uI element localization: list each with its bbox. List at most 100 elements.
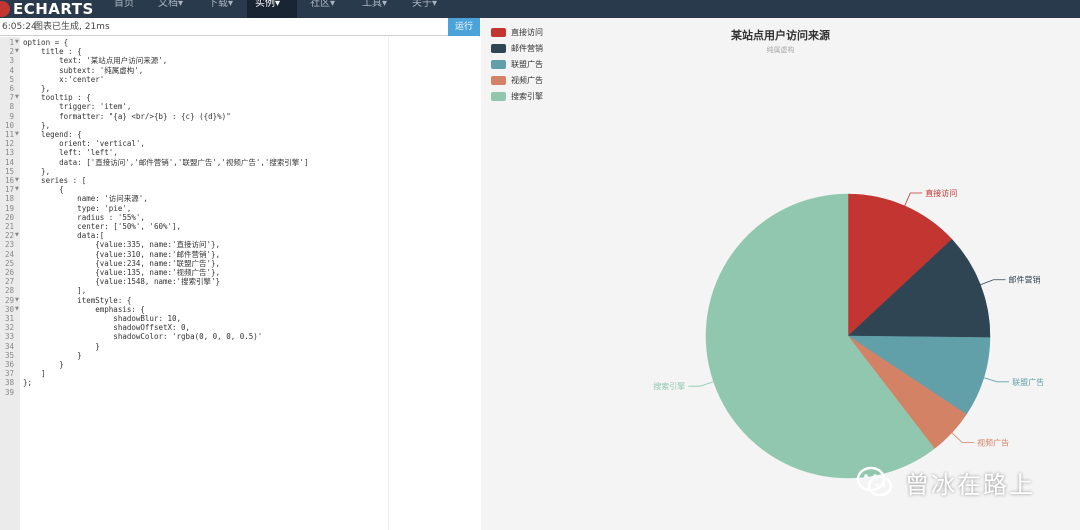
nav-community[interactable]: 社区▾ [302, 0, 343, 18]
line-number: 15 [4, 166, 14, 176]
code-line: legend: { [23, 130, 82, 139]
echarts-logo[interactable]: ECHARTS [0, 0, 94, 18]
line-number-gutter: 1 ▼ 2 ▼ 3 4 5 6 7 ▼ 8 9 10 11 ▼ 12 13 14 15 16 ▼ 17 ▼ 18 19 20 21 2… [0, 37, 20, 530]
fold-toggle-icon[interactable]: ▼ [15, 305, 19, 314]
top-navbar: ECHARTS 首页 文档▾ 下载▾ 实例▾ 社区▾ 工具▾ 关于▾ [0, 0, 1080, 18]
code-text-area[interactable]: option = { title : { text: '某站点用户访问来源', … [20, 37, 480, 530]
line-number: 4 [9, 65, 14, 75]
code-line: } [23, 350, 82, 360]
code-line: shadowOffsetX: 0, [23, 323, 191, 333]
line-number: 14 [4, 157, 14, 167]
code-line: formatter: "{a} <br/>{b} : {c} ({d}%)" [23, 111, 231, 121]
code-line: data: ['直接访问','邮件营销','联盟广告','视频广告','搜索引擎… [23, 157, 309, 167]
wechat-icon [855, 462, 895, 502]
fold-toggle-icon[interactable]: ▼ [15, 176, 19, 185]
status-message: 图表已生成, 21ms [34, 22, 110, 32]
fold-toggle-icon[interactable]: ▼ [15, 47, 19, 56]
line-number: 11 [4, 130, 14, 139]
line-number: 35 [4, 350, 14, 360]
code-line: itemStyle: { [23, 295, 132, 305]
code-line: {value:1548, name:'搜索引擎'} [23, 277, 221, 287]
fold-toggle-icon[interactable]: ▼ [15, 38, 19, 47]
code-line: { [23, 185, 64, 195]
line-number: 1 [9, 38, 14, 47]
line-number: 34 [4, 341, 14, 351]
line-number: 16 [4, 176, 14, 185]
run-button[interactable]: 运行 [448, 18, 480, 36]
line-number: 39 [4, 387, 14, 397]
line-number: 29 [4, 295, 14, 305]
nav-docs[interactable]: 文档▾ [150, 0, 191, 18]
slice-label: 视频广告 [977, 437, 1009, 447]
slice-label: 直接访问 [925, 188, 957, 198]
line-number: 32 [4, 323, 14, 333]
label-line [983, 377, 1010, 383]
label-line [980, 279, 1006, 286]
slice-label: 联盟广告 [1012, 377, 1044, 387]
code-line: subtext: '纯属虚构', [23, 65, 144, 75]
fold-toggle-icon[interactable]: ▼ [15, 185, 19, 194]
code-line: } [23, 341, 100, 351]
code-line: } [23, 360, 64, 369]
code-line: }, [23, 84, 51, 93]
line-number: 6 [9, 84, 14, 93]
line-number: 12 [4, 139, 14, 149]
watermark: 曾冰在路上 [855, 462, 1035, 502]
line-number: 7 [9, 93, 14, 103]
line-number: 26 [4, 268, 14, 277]
code-line: }, [23, 166, 51, 176]
line-number: 20 [4, 212, 14, 222]
slice-label: 搜索引擎 [653, 381, 685, 391]
line-number: 3 [9, 56, 14, 66]
code-line: option = { [23, 38, 69, 47]
code-line: }; [23, 378, 33, 388]
code-line: emphasis: { [23, 304, 145, 314]
line-number: 25 [4, 258, 14, 268]
line-number: 19 [4, 203, 14, 213]
code-line: tooltip : { [23, 93, 91, 103]
fold-toggle-icon[interactable]: ▼ [15, 130, 19, 139]
nav-examples[interactable]: 实例▾ [247, 0, 297, 18]
code-line: {value:135, name:'视频广告'}, [23, 268, 221, 277]
logo-text: ECHARTS [13, 0, 94, 18]
code-line: {value:310, name:'邮件营销'}, [23, 249, 221, 259]
line-number: 33 [4, 332, 14, 342]
status-time: 6:05:24 [2, 22, 37, 32]
fold-toggle-icon[interactable]: ▼ [15, 296, 19, 305]
label-line [904, 192, 923, 206]
fold-toggle-icon[interactable]: ▼ [15, 231, 19, 240]
line-number: 9 [9, 111, 14, 121]
line-number: 5 [9, 74, 14, 84]
nav-tools[interactable]: 工具▾ [354, 0, 395, 18]
line-number: 23 [4, 240, 14, 250]
line-number: 2 [9, 47, 14, 57]
line-number: 10 [4, 120, 14, 130]
code-line: data:[ [23, 231, 105, 241]
code-line: shadowColor: 'rgba(0, 0, 0, 0.5)' [23, 332, 263, 342]
nav-download[interactable]: 下载▾ [200, 0, 241, 18]
slice-label: 邮件营销 [1008, 275, 1040, 285]
code-line: type: 'pie', [23, 203, 132, 213]
nav-home[interactable]: 首页 [106, 0, 142, 18]
label-line [951, 432, 975, 443]
code-line: ], [23, 286, 87, 296]
code-line: text: '某站点用户访问来源', [23, 56, 168, 66]
code-line: orient: 'vertical', [23, 139, 145, 149]
pie-chart[interactable]: 直接访问邮件营销联盟广告视频广告 搜索引擎 [481, 18, 1080, 530]
line-number: 13 [4, 148, 14, 158]
line-number: 38 [4, 378, 14, 388]
line-number: 28 [4, 286, 14, 296]
code-line: center: ['50%', '60%'], [23, 222, 182, 231]
label-line [688, 381, 714, 387]
code-line: ] [23, 369, 46, 379]
fold-toggle-icon[interactable]: ▼ [15, 93, 19, 102]
status-bar: 6:05:24 图表已生成, 21ms 运行 [0, 18, 480, 36]
chart-preview-panel: 某站点用户访问来源 纯属虚构 直接访问 邮件营销 联盟广告 视频广告 搜索引擎 直接访问… [481, 18, 1080, 530]
code-line: {value:234, name:'联盟广告'}, [23, 258, 221, 268]
nav-about[interactable]: 关于▾ [404, 0, 445, 18]
line-number: 30 [4, 304, 14, 314]
line-number: 24 [4, 249, 14, 259]
code-line: trigger: 'item', [23, 102, 132, 112]
line-number: 22 [4, 231, 14, 241]
